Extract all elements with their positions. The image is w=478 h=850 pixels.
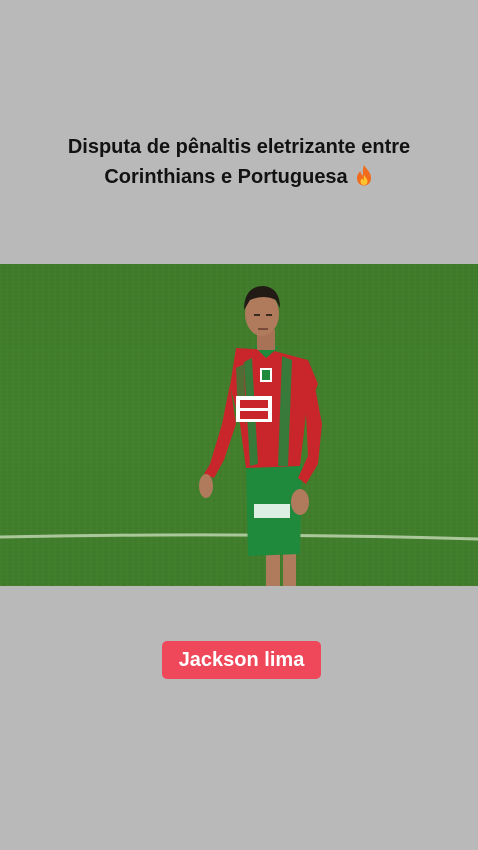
story-page: Disputa de pênaltis eletrizante entre Co… (0, 0, 478, 850)
caption-line-1: Disputa de pênaltis eletrizante entre (67, 136, 411, 158)
video-still (0, 264, 478, 586)
caption-line-2-wrap: Corinthians e Portuguesa (0, 162, 478, 192)
video-frame[interactable] (0, 264, 478, 586)
caption-line-2: Corinthians e Portuguesa (104, 166, 348, 188)
fire-icon (354, 164, 374, 186)
player-name-badge: Jackson lima (162, 641, 321, 679)
post-caption: Disputa de pênaltis eletrizante entre Co… (0, 132, 478, 192)
